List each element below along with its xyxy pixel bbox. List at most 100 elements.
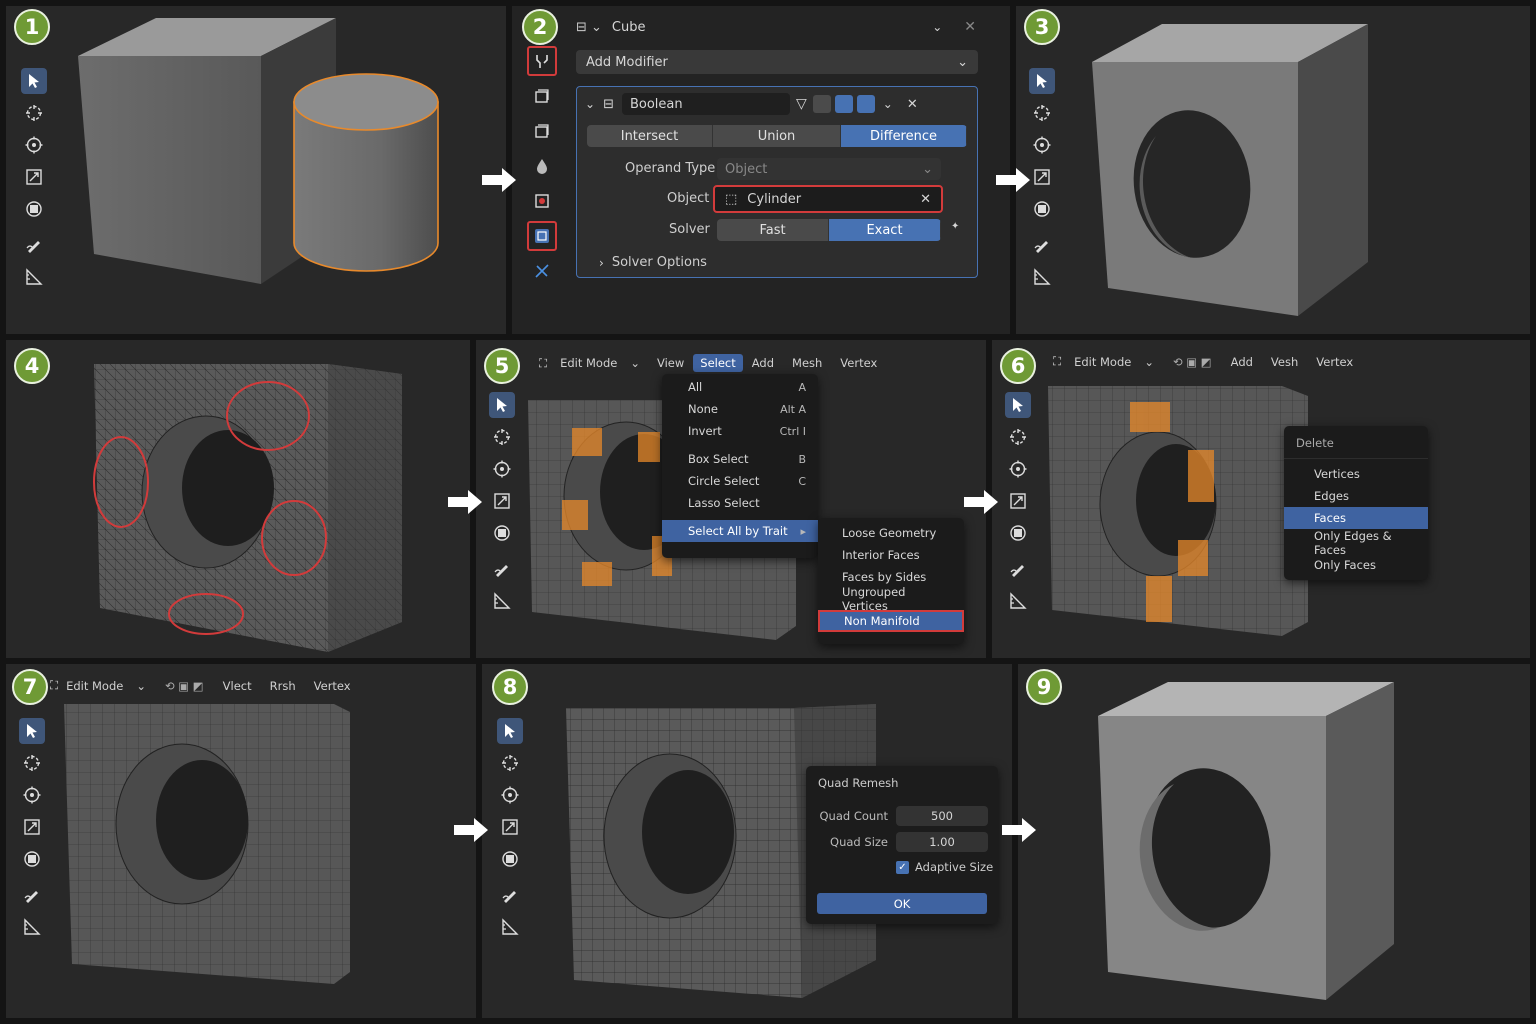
tool-properties-tab[interactable] — [527, 46, 557, 76]
mesh-icon: ⊟ ⌄ — [576, 19, 602, 35]
arrow-4-to-5-icon — [446, 488, 484, 516]
object-name[interactable]: Cube — [612, 20, 932, 35]
panel-step-8: Quad Remesh Quad Count 500 Quad Size 1.0… — [482, 664, 1012, 1018]
menu-item-loose-geometry[interactable]: Loose Geometry — [818, 522, 964, 544]
operand-type-label: Operand Type — [625, 161, 716, 176]
viewport-final-result[interactable] — [1018, 664, 1530, 1018]
arrow-8-to-9-icon — [1000, 816, 1038, 844]
add-modifier-label: Add Modifier — [586, 54, 668, 70]
panel-step-7: ⛶ Edit Mode ⌄ ⟲ ▣ ◩ Vlect Rrsh Vertex 7 — [6, 664, 476, 1018]
quad-count-label: Quad Count — [819, 809, 889, 823]
object-icon: ⬚ — [725, 191, 738, 207]
step-badge-1: 1 — [14, 9, 50, 45]
ok-button[interactable]: OK — [817, 893, 987, 914]
step-badge-7: 7 — [12, 669, 48, 705]
op-union[interactable]: Union — [713, 125, 841, 147]
adaptive-size-row: ✓ Adaptive Size — [896, 860, 993, 874]
menu-item-interior-faces[interactable]: Interior Faces — [818, 544, 964, 566]
panel-step-3: 3 — [1016, 6, 1530, 334]
adaptive-size-checkbox[interactable]: ✓ — [896, 860, 909, 874]
delete-only-faces[interactable]: Only Faces — [1284, 554, 1428, 576]
solver-options-row[interactable]: › Solver Options — [599, 255, 707, 270]
render-toggle-icon[interactable] — [856, 95, 875, 113]
chevron-down-icon[interactable]: ⌄ — [883, 97, 893, 111]
delete-menu: Delete Vertices Edges Faces Only Edges &… — [1284, 426, 1428, 580]
solver-selector: Fast Exact — [717, 219, 941, 241]
solver-label: Solver — [669, 222, 710, 237]
quad-size-field[interactable]: 1.00 — [896, 832, 988, 852]
delete-modifier-icon[interactable]: ✕ — [907, 97, 918, 112]
solver-exact[interactable]: Exact — [829, 219, 941, 241]
operand-type-dropdown[interactable]: Object ⌄ — [717, 158, 941, 180]
op-intersect[interactable]: Intersect — [587, 125, 713, 147]
viewport-faces-selected[interactable] — [992, 340, 1530, 658]
delete-vertices[interactable]: Vertices — [1284, 463, 1428, 485]
editmode-toggle-icon[interactable] — [812, 95, 831, 113]
object-tab[interactable] — [527, 186, 557, 216]
op-difference[interactable]: Difference — [841, 125, 967, 147]
output-tab[interactable] — [527, 116, 557, 146]
quad-remesh-dialog: Quad Remesh Quad Count 500 Quad Size 1.0… — [806, 766, 998, 924]
render-tab[interactable] — [527, 81, 557, 111]
quad-size-row: Quad Size 1.00 — [806, 832, 998, 852]
menu-item-invert[interactable]: Invert Ctrl I — [662, 420, 818, 442]
menu-item-none[interactable]: None Alt A — [662, 398, 818, 420]
step-badge-8: 8 — [492, 669, 528, 705]
menu-item-lasso-select[interactable]: Lasso Select — [662, 492, 818, 514]
arrow-2-to-3-icon — [994, 166, 1032, 194]
delete-edges[interactable]: Edges — [1284, 485, 1428, 507]
solver-fast[interactable]: Fast — [717, 219, 829, 241]
object-name-row: ⊟ ⌄ Cube ⌄ ✕ — [576, 16, 976, 38]
panel-step-4: 4 — [6, 340, 470, 658]
panel-step-9: 9 — [1018, 664, 1530, 1018]
chevron-down-icon: ⌄ — [957, 54, 968, 70]
chevron-down-icon[interactable]: ⌄ — [932, 20, 942, 34]
viewport-toggle-icon[interactable] — [834, 95, 853, 113]
panel-step-5: ⛶ Edit Mode ⌄ View Select Add Mesh Verte… — [476, 340, 986, 658]
operation-selector: Intersect Union Difference — [587, 125, 967, 147]
object-label: Object — [667, 191, 710, 206]
step-badge-5: 5 — [484, 348, 520, 384]
clear-object-icon[interactable]: ✕ — [920, 192, 931, 207]
panel-step-2: ⊟ ⌄ Cube ⌄ ✕ Add Modifier ⌄ ⌄ ⊟ Boolean … — [512, 6, 1010, 334]
menu-item-select-all-by-trait[interactable]: Select All by Trait ▸ — [662, 520, 818, 542]
delete-faces[interactable]: Faces — [1284, 507, 1428, 529]
world-tab[interactable] — [527, 151, 557, 181]
step-badge-6: 6 — [1000, 348, 1036, 384]
step-badge-9: 9 — [1026, 669, 1062, 705]
physics-tab[interactable] — [527, 256, 557, 286]
filter-icon[interactable]: ▽ — [796, 96, 807, 112]
menu-item-all[interactable]: All A — [662, 376, 818, 398]
trait-submenu: Loose Geometry Interior Faces Faces by S… — [818, 518, 964, 644]
menu-item-circle-select[interactable]: Circle Select C — [662, 470, 818, 492]
step-badge-4: 4 — [14, 348, 50, 384]
panel-step-6: ⛶ Edit Mode ⌄ ⟲ ▣ ◩ Add Vesh Vertex Dele… — [992, 340, 1530, 658]
object-field[interactable]: ⬚ Cylinder ✕ — [713, 185, 943, 213]
modifier-tab[interactable] — [527, 221, 557, 251]
close-icon[interactable]: ✕ — [964, 19, 976, 35]
menu-item-box-select[interactable]: Box Select B — [662, 448, 818, 470]
menu-item-non-manifold[interactable]: Non Manifold — [818, 610, 964, 632]
viewport-cube-and-cylinder[interactable] — [6, 6, 506, 334]
modifier-name-field[interactable]: Boolean — [621, 93, 790, 115]
viewport-boolean-result[interactable] — [1016, 6, 1530, 334]
boolean-modifier-card: ⌄ ⊟ Boolean ▽ ⌄ ✕ Intersect Union Differ… — [576, 86, 978, 278]
keyframe-dot-icon[interactable]: ✦ — [951, 221, 959, 232]
delete-only-edges-faces[interactable]: Only Edges & Faces — [1284, 529, 1428, 557]
viewport-triangulated-mesh[interactable] — [6, 340, 470, 658]
menu-item-ungrouped-vertices[interactable]: Ungrouped Vertices — [818, 585, 964, 613]
delete-menu-title: Delete — [1284, 426, 1428, 459]
panel-step-1: 1 — [6, 6, 506, 334]
add-modifier-button[interactable]: Add Modifier ⌄ — [576, 50, 978, 74]
dialog-title: Quad Remesh — [818, 776, 899, 790]
step-badge-2: 2 — [522, 9, 558, 45]
arrow-5-to-6-icon — [962, 488, 1000, 516]
quad-count-row: Quad Count 500 — [806, 806, 998, 826]
select-menu: All A None Alt A Invert Ctrl I Box Select B … — [662, 374, 818, 558]
properties-tabs — [522, 46, 562, 291]
chevron-right-icon: › — [599, 255, 604, 270]
quad-count-field[interactable]: 500 — [896, 806, 988, 826]
modifier-header: ⌄ ⊟ Boolean ▽ ⌄ ✕ — [585, 93, 969, 115]
viewport-cleaned-mesh[interactable] — [6, 664, 476, 1018]
collapse-chevron-icon[interactable]: ⌄ — [585, 97, 595, 111]
